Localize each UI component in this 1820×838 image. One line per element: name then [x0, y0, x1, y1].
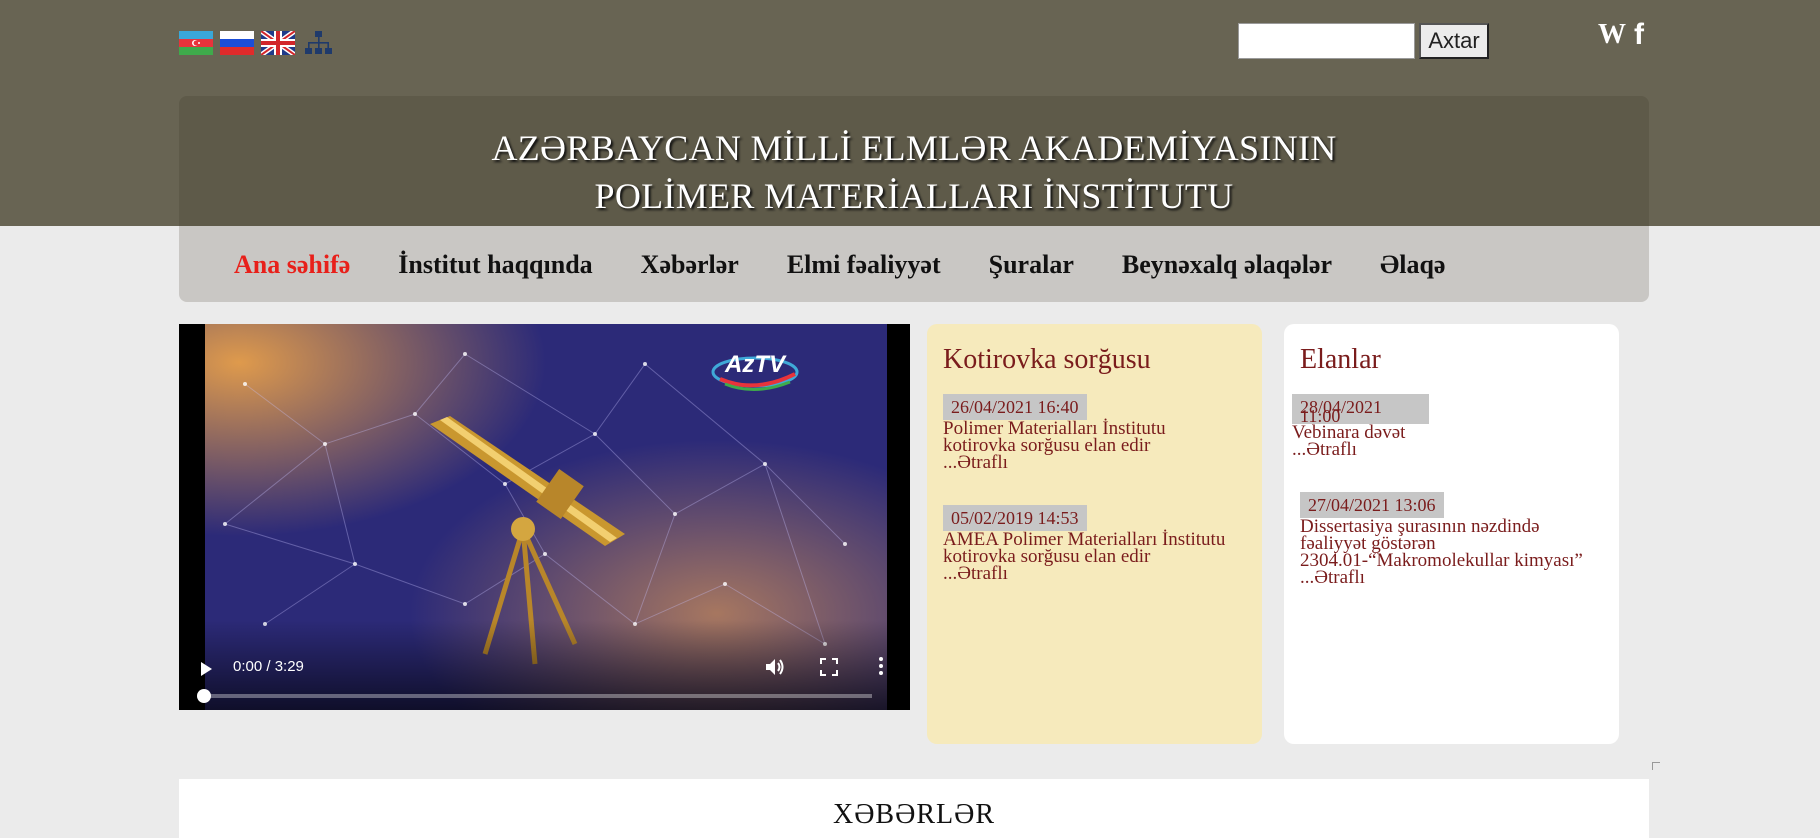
- wikipedia-icon[interactable]: W: [1598, 19, 1626, 51]
- site-header: AZƏRBAYCAN MİLLİ ELMLƏR AKADEMİYASININ P…: [179, 96, 1649, 226]
- more-options-icon[interactable]: [878, 656, 884, 676]
- list-item: 26/04/2021 16:40 Polimer Materialları İn…: [927, 394, 1262, 472]
- elanlar-title: Elanlar: [1300, 344, 1381, 375]
- read-more-link[interactable]: ...Ətraflı: [1300, 568, 1619, 587]
- read-more-link[interactable]: ...Ətraflı: [943, 564, 1262, 583]
- video-progress-bar[interactable]: [197, 689, 872, 703]
- search-input[interactable]: [1238, 23, 1415, 59]
- nav-item-councils[interactable]: Şuralar: [989, 250, 1074, 280]
- play-icon[interactable]: [201, 662, 212, 676]
- entry-date: 27/04/2021 13:06: [1300, 492, 1444, 518]
- entry-link[interactable]: Polimer Materialları İnstitutu kotirovka…: [943, 419, 1243, 455]
- flag-uk-icon[interactable]: [261, 31, 295, 55]
- list-item: 27/04/2021 13:06 Dissertasiya şurasının …: [1284, 492, 1619, 587]
- flag-azerbaijan-icon[interactable]: [179, 31, 213, 55]
- entry-link[interactable]: AMEA Polimer Materialları İnstitutu koti…: [943, 530, 1243, 566]
- elanlar-panel: Elanlar 28/04/2021 11:00 Vebinara dəvət …: [1284, 324, 1619, 744]
- video-progress-thumb[interactable]: [197, 689, 211, 703]
- flag-russia-icon[interactable]: [220, 31, 254, 55]
- nav-item-scientific-activity[interactable]: Elmi fəaliyyət: [787, 250, 941, 280]
- site-title: AZƏRBAYCAN MİLLİ ELMLƏR AKADEMİYASININ P…: [179, 124, 1649, 220]
- volume-icon[interactable]: [764, 656, 786, 678]
- search-button[interactable]: Axtar: [1419, 23, 1489, 59]
- nav-item-home[interactable]: Ana səhifə: [234, 250, 350, 280]
- fullscreen-icon[interactable]: [820, 658, 838, 676]
- video-player[interactable]: AzTV 0:00 / 3:29: [179, 324, 910, 710]
- kotirovka-title: Kotirovka sorğusu: [943, 344, 1151, 375]
- search-form: Axtar: [1238, 23, 1489, 59]
- language-switcher: [179, 29, 332, 57]
- sitemap-icon[interactable]: [304, 29, 332, 57]
- kotirovka-panel: Kotirovka sorğusu 26/04/2021 16:40 Polim…: [927, 324, 1262, 744]
- main-nav: Ana səhifə İnstitut haqqında Xəbərlər El…: [179, 226, 1649, 302]
- nav-item-news[interactable]: Xəbərlər: [641, 250, 739, 280]
- list-item: 28/04/2021 11:00 Vebinara dəvət ...Ətraf…: [1284, 394, 1619, 459]
- social-links: W f: [1598, 18, 1644, 52]
- site-title-line2: POLİMER MATERİALLARI İNSTİTUTU: [594, 176, 1234, 216]
- list-item: 05/02/2019 14:53 AMEA Polimer Materialla…: [927, 505, 1262, 583]
- nav-item-contact[interactable]: Əlaqə: [1380, 250, 1445, 280]
- entry-date: 05/02/2019 14:53: [943, 505, 1087, 531]
- nav-item-about[interactable]: İnstitut haqqında: [398, 250, 592, 280]
- video-controls: 0:00 / 3:29: [179, 620, 910, 710]
- entry-date: 28/04/2021 11:00: [1292, 394, 1429, 426]
- read-more-link[interactable]: ...Ətraflı: [1292, 440, 1619, 459]
- site-title-line1: AZƏRBAYCAN MİLLİ ELMLƏR AKADEMİYASININ: [491, 128, 1337, 168]
- aztv-logo-text: AzTV: [724, 351, 787, 378]
- news-section-title: XƏBƏRLƏR: [832, 799, 995, 830]
- aztv-logo: AzTV: [711, 351, 799, 392]
- nav-item-international-relations[interactable]: Beynəxalq əlaqələr: [1122, 250, 1332, 280]
- video-time: 0:00 / 3:29: [233, 658, 304, 675]
- entry-time: 11:00: [1300, 406, 1341, 426]
- facebook-icon[interactable]: f: [1634, 18, 1644, 52]
- news-section: XƏBƏRLƏR: [179, 779, 1649, 838]
- entry-date: 26/04/2021 16:40: [943, 394, 1087, 420]
- entry-link[interactable]: Dissertasiya şurasının nəzdində fəaliyyə…: [1300, 517, 1600, 570]
- divider: [1652, 762, 1660, 770]
- read-more-link[interactable]: ...Ətraflı: [943, 453, 1262, 472]
